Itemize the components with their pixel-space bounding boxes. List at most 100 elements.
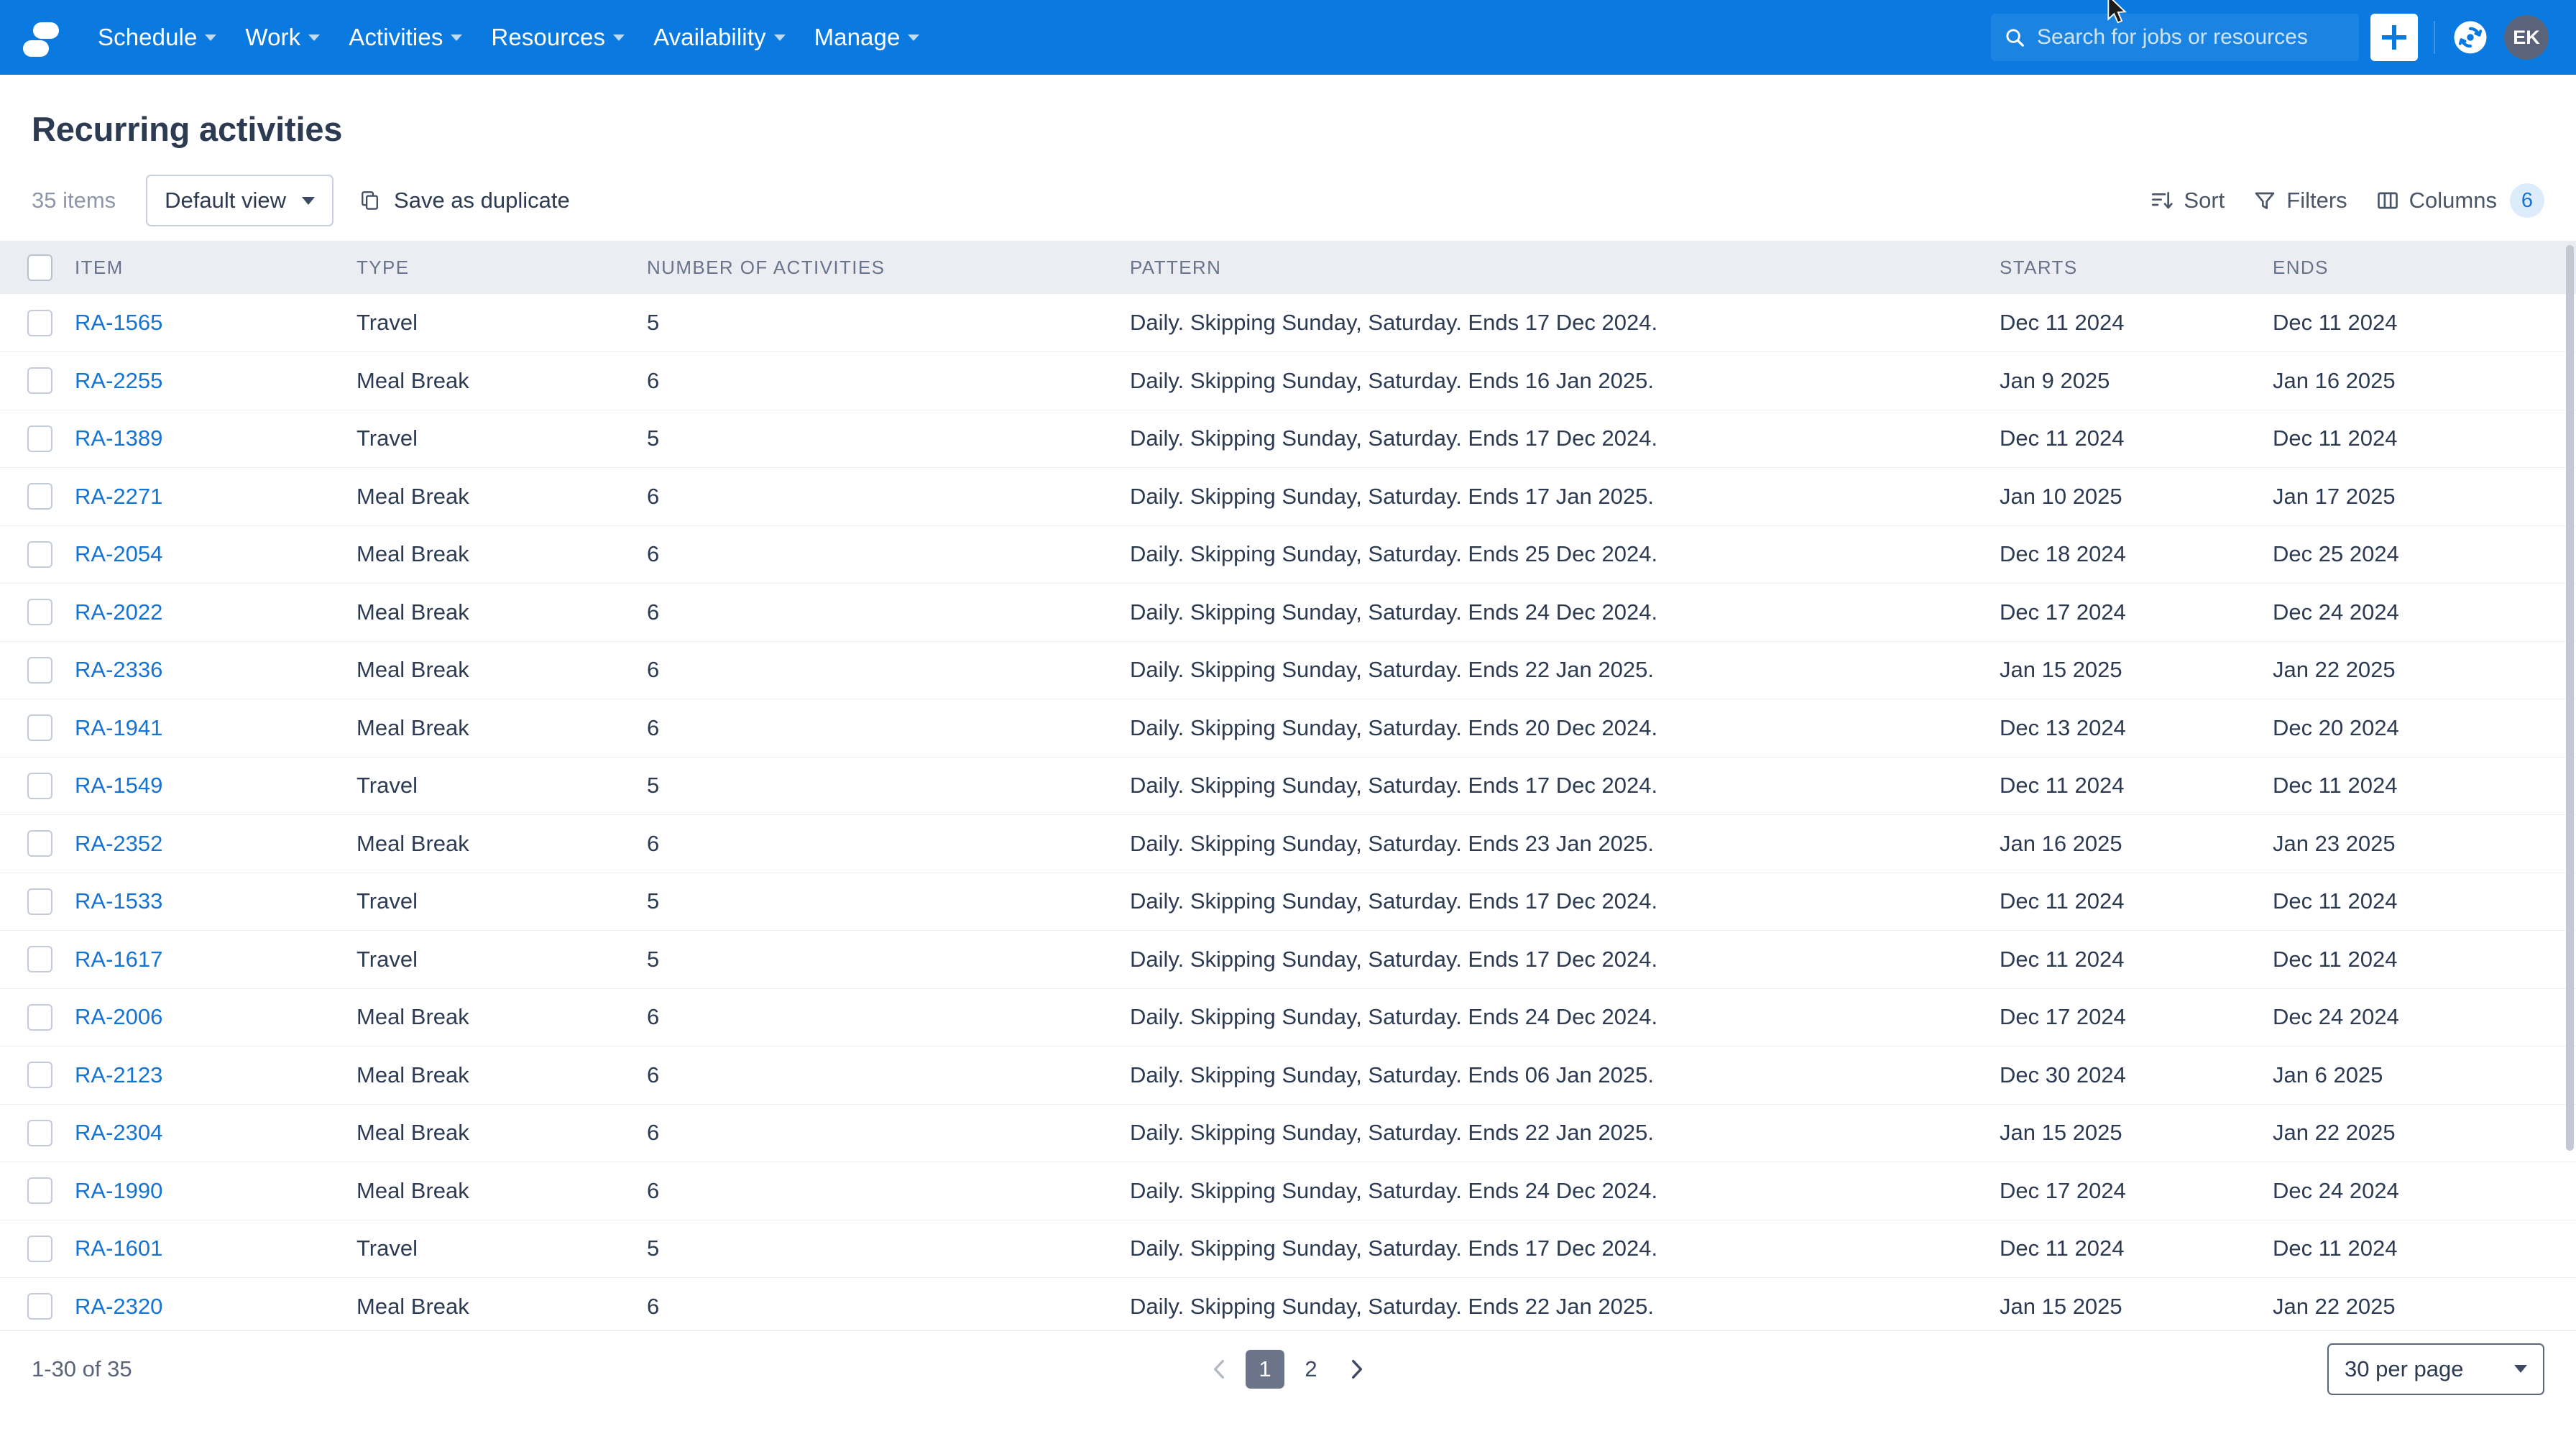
table-row[interactable]: RA-2022 Meal Break 6 Daily. Skipping Sunday… bbox=[0, 584, 2576, 641]
row-checkbox[interactable] bbox=[27, 1119, 52, 1146]
table-row[interactable]: RA-2271 Meal Break 6 Daily. Skipping Sunday… bbox=[0, 468, 2576, 526]
row-checkbox[interactable] bbox=[27, 425, 52, 452]
cell-item[interactable]: RA-2271 bbox=[75, 468, 356, 526]
cell-item-text[interactable]: RA-2123 bbox=[75, 1062, 162, 1087]
column-header-item[interactable]: ITEM bbox=[75, 241, 356, 294]
cell-item-text[interactable]: RA-1601 bbox=[75, 1236, 162, 1261]
cell-item[interactable]: RA-1565 bbox=[75, 294, 356, 352]
row-checkbox[interactable] bbox=[27, 772, 52, 799]
create-new-button[interactable] bbox=[2370, 14, 2418, 61]
nav-item-availability[interactable]: Availability bbox=[639, 24, 800, 51]
table-row[interactable]: RA-1990 Meal Break 6 Daily. Skipping Sunday… bbox=[0, 1162, 2576, 1220]
page-button-1[interactable]: 1 bbox=[1246, 1349, 1284, 1389]
table-row[interactable]: RA-1601 Travel 5 Daily. Skipping Sunday, Sa… bbox=[0, 1220, 2576, 1278]
column-header-ends[interactable]: ENDS bbox=[2273, 241, 2576, 294]
cell-item[interactable]: RA-2006 bbox=[75, 988, 356, 1046]
cell-item-text[interactable]: RA-1941 bbox=[75, 715, 162, 740]
search-input[interactable]: Search for jobs or resources bbox=[1991, 14, 2359, 61]
row-checkbox[interactable] bbox=[27, 483, 52, 510]
row-checkbox[interactable] bbox=[27, 1062, 52, 1089]
cell-item[interactable]: RA-1941 bbox=[75, 699, 356, 758]
cell-item[interactable]: RA-2123 bbox=[75, 1046, 356, 1105]
previous-page-button[interactable] bbox=[1201, 1351, 1238, 1388]
sync-refresh-icon[interactable] bbox=[2451, 18, 2490, 57]
cell-item[interactable]: RA-2054 bbox=[75, 525, 356, 584]
cell-item-text[interactable]: RA-1990 bbox=[75, 1178, 162, 1203]
view-select-dropdown[interactable]: Default view bbox=[146, 175, 334, 226]
column-header-number-of-activities[interactable]: NUMBER OF ACTIVITIES bbox=[647, 241, 1130, 294]
cell-item[interactable]: RA-1990 bbox=[75, 1162, 356, 1220]
row-checkbox[interactable] bbox=[27, 656, 52, 684]
row-checkbox[interactable] bbox=[27, 309, 52, 336]
cell-item-text[interactable]: RA-2352 bbox=[75, 831, 162, 856]
cell-item-text[interactable]: RA-1617 bbox=[75, 947, 162, 972]
cell-item-text[interactable]: RA-2006 bbox=[75, 1004, 162, 1029]
select-all-checkbox[interactable] bbox=[27, 254, 52, 281]
sort-button[interactable]: Sort bbox=[2150, 188, 2225, 213]
table-row[interactable]: RA-1941 Meal Break 6 Daily. Skipping Sunday… bbox=[0, 699, 2576, 758]
avatar[interactable]: EK bbox=[2504, 15, 2549, 60]
cell-item-text[interactable]: RA-1549 bbox=[75, 773, 162, 798]
cell-item-text[interactable]: RA-1565 bbox=[75, 310, 162, 335]
table-row[interactable]: RA-1389 Travel 5 Daily. Skipping Sunday, Sa… bbox=[0, 410, 2576, 468]
table-row[interactable]: RA-2320 Meal Break 6 Daily. Skipping Sunday… bbox=[0, 1278, 2576, 1331]
filters-button[interactable]: Filters bbox=[2253, 188, 2347, 213]
next-page-button[interactable] bbox=[1338, 1351, 1375, 1388]
columns-button[interactable]: Columns 6 bbox=[2376, 183, 2544, 218]
cell-item-text[interactable]: RA-2320 bbox=[75, 1294, 162, 1319]
row-checkbox[interactable] bbox=[27, 1235, 52, 1262]
cell-item-text[interactable]: RA-1389 bbox=[75, 426, 162, 451]
column-header-starts[interactable]: STARTS bbox=[2000, 241, 2273, 294]
cell-item-text[interactable]: RA-2255 bbox=[75, 368, 162, 393]
table-row[interactable]: RA-2054 Meal Break 6 Daily. Skipping Sunday… bbox=[0, 525, 2576, 584]
cell-item[interactable]: RA-1617 bbox=[75, 931, 356, 989]
app-logo[interactable] bbox=[20, 17, 60, 58]
row-checkbox[interactable] bbox=[27, 888, 52, 915]
column-header-pattern[interactable]: PATTERN bbox=[1130, 241, 2000, 294]
cell-item[interactable]: RA-1533 bbox=[75, 873, 356, 931]
table-row[interactable]: RA-2336 Meal Break 6 Daily. Skipping Sunday… bbox=[0, 641, 2576, 699]
cell-item-text[interactable]: RA-1533 bbox=[75, 888, 162, 914]
nav-item-manage[interactable]: Manage bbox=[800, 24, 934, 51]
cell-item[interactable]: RA-2320 bbox=[75, 1278, 356, 1331]
table-row[interactable]: RA-2255 Meal Break 6 Daily. Skipping Sunday… bbox=[0, 352, 2576, 410]
table-row[interactable]: RA-2006 Meal Break 6 Daily. Skipping Sunday… bbox=[0, 988, 2576, 1046]
table-row[interactable]: RA-2352 Meal Break 6 Daily. Skipping Sunday… bbox=[0, 815, 2576, 873]
cell-item[interactable]: RA-1601 bbox=[75, 1220, 356, 1278]
table-row[interactable]: RA-2304 Meal Break 6 Daily. Skipping Sunday… bbox=[0, 1104, 2576, 1162]
table-scrollbar-thumb[interactable] bbox=[2566, 245, 2574, 1151]
table-scrollbar-track[interactable] bbox=[2564, 241, 2576, 1330]
nav-item-work[interactable]: Work bbox=[231, 24, 334, 51]
table-row[interactable]: RA-1533 Travel 5 Daily. Skipping Sunday, Sa… bbox=[0, 873, 2576, 931]
cell-item-text[interactable]: RA-2054 bbox=[75, 541, 162, 566]
row-checkbox[interactable] bbox=[27, 830, 52, 857]
cell-item[interactable]: RA-2336 bbox=[75, 641, 356, 699]
row-checkbox[interactable] bbox=[27, 1003, 52, 1031]
cell-item-text[interactable]: RA-2304 bbox=[75, 1120, 162, 1145]
table-row[interactable]: RA-1565 Travel 5 Daily. Skipping Sunday, Sa… bbox=[0, 294, 2576, 352]
cell-item[interactable]: RA-2255 bbox=[75, 352, 356, 410]
table-row[interactable]: RA-1617 Travel 5 Daily. Skipping Sunday, Sa… bbox=[0, 931, 2576, 989]
save-as-duplicate-button[interactable]: Save as duplicate bbox=[359, 188, 570, 213]
cell-item[interactable]: RA-2352 bbox=[75, 815, 356, 873]
table-row[interactable]: RA-1549 Travel 5 Daily. Skipping Sunday, Sa… bbox=[0, 757, 2576, 815]
row-checkbox[interactable] bbox=[27, 1293, 52, 1320]
nav-item-schedule[interactable]: Schedule bbox=[83, 24, 231, 51]
cell-item-text[interactable]: RA-2336 bbox=[75, 657, 162, 682]
row-checkbox[interactable] bbox=[27, 599, 52, 626]
row-checkbox[interactable] bbox=[27, 1177, 52, 1205]
cell-item[interactable]: RA-2304 bbox=[75, 1104, 356, 1162]
page-button-2[interactable]: 2 bbox=[1292, 1350, 1330, 1389]
row-checkbox[interactable] bbox=[27, 946, 52, 973]
row-checkbox[interactable] bbox=[27, 540, 52, 568]
nav-item-resources[interactable]: Resources bbox=[477, 24, 639, 51]
cell-item[interactable]: RA-1389 bbox=[75, 410, 356, 468]
nav-item-activities[interactable]: Activities bbox=[334, 24, 477, 51]
column-header-type[interactable]: TYPE bbox=[356, 241, 647, 294]
cell-item[interactable]: RA-1549 bbox=[75, 757, 356, 815]
cell-item-text[interactable]: RA-2271 bbox=[75, 484, 162, 509]
cell-item-text[interactable]: RA-2022 bbox=[75, 599, 162, 625]
row-checkbox[interactable] bbox=[27, 367, 52, 395]
table-row[interactable]: RA-2123 Meal Break 6 Daily. Skipping Sunday… bbox=[0, 1046, 2576, 1105]
row-checkbox[interactable] bbox=[27, 714, 52, 742]
